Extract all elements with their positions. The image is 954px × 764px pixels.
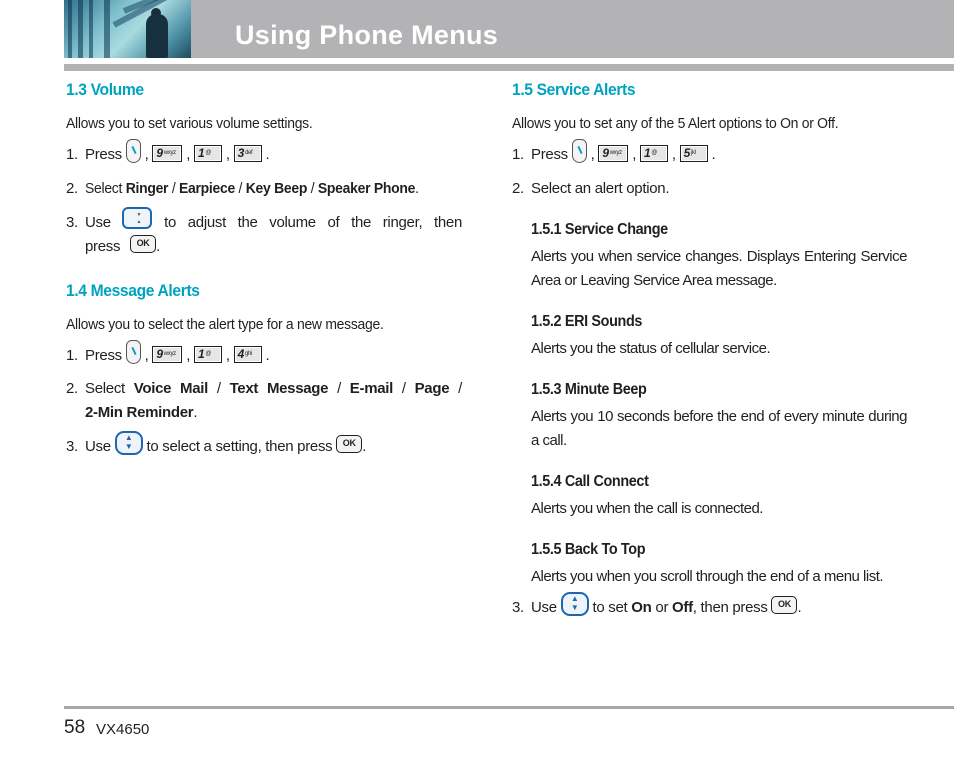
option-email: E-mail — [349, 380, 394, 398]
key-3-icon: 3def — [233, 144, 262, 162]
option-page: Page — [414, 380, 450, 398]
key-1-icon: 1@ — [193, 144, 222, 162]
message-alerts-step-2: 2. Select Voice Mail / Text Message / E-… — [66, 380, 462, 422]
section-heading-volume: 1.3 Volume — [66, 80, 144, 99]
left-column: 1.3 Volume Allows you to set various vol… — [66, 80, 462, 459]
service-alerts-intro: Allows you to set any of the 5 Alert opt… — [512, 115, 839, 132]
ok-key-icon: OK — [336, 435, 363, 454]
key-5-icon: 5jkl — [679, 144, 708, 162]
header-divider — [64, 64, 954, 71]
ok-key-icon: OK — [771, 596, 798, 615]
footer-divider — [64, 706, 954, 709]
message-alerts-step-1: 1. Press , 9wxyz , 1@ , 4ghi . — [66, 340, 462, 368]
right-column: 1.5 Service Alerts Allows you to set any… — [512, 80, 908, 620]
header-photo — [64, 0, 191, 58]
menu-key-icon — [571, 139, 587, 164]
option-on: On — [631, 599, 652, 617]
option-off: Off — [672, 599, 693, 617]
menu-key-icon — [125, 340, 141, 365]
service-alerts-step-2: 2. Select an alert option. — [512, 180, 670, 198]
subsection-text: Alerts you 10 seconds before the end of … — [531, 408, 908, 450]
ok-key-icon: OK — [130, 235, 157, 254]
key-4-icon: 4ghi — [233, 345, 262, 363]
subsection-text: Alerts you when the call is connected. — [531, 500, 763, 518]
page-number: 58 — [64, 717, 86, 738]
subsection-text: Alerts you when you scroll through the e… — [531, 568, 884, 586]
service-alerts-step-1: 1. Press , 9wxyz , 1@ , 5jkl . — [512, 139, 908, 167]
page-title: Using Phone Menus — [235, 20, 499, 50]
volume-step-2: 2. Select Ringer / Earpiece / Key Beep /… — [66, 180, 419, 198]
subsection-heading: 1.5.2 ERI Sounds — [531, 313, 643, 331]
section-heading-message-alerts: 1.4 Message Alerts — [66, 281, 200, 301]
up-down-navigation-key-icon: ▲ ▼ — [114, 431, 143, 456]
section-heading-service-alerts: 1.5 Service Alerts — [512, 80, 636, 99]
header-band — [64, 0, 954, 58]
key-9-icon: 9wxyz — [152, 345, 183, 363]
subsection-heading: 1.5.3 Minute Beep — [531, 381, 647, 399]
model-name: VX4650 — [96, 721, 150, 738]
navigation-key-icon: ▲ ▼ — [122, 207, 153, 230]
subsection-heading: 1.5.5 Back To Top — [531, 541, 646, 559]
message-alerts-intro: Allows you to select the alert type for … — [66, 316, 384, 334]
subsection-heading: 1.5.4 Call Connect — [531, 473, 649, 491]
option-ringer: Ringer — [125, 180, 169, 198]
key-9-icon: 9wxyz — [598, 144, 629, 162]
message-alerts-step-3: 3. Use ▲ ▼ to select a setting, then pres… — [66, 431, 367, 456]
subsection-text: Alerts you when service changes. Display… — [531, 248, 908, 290]
service-alerts-step-3: 3. Use ▲ ▼ to set On or Off, then press O… — [512, 592, 802, 617]
key-1-icon: 1@ — [639, 144, 668, 162]
subsection-text: Alerts you the status of cellular servic… — [531, 340, 771, 358]
option-2-min-reminder: 2-Min Reminder — [85, 404, 194, 422]
menu-key-icon — [125, 139, 141, 164]
key-9-icon: 9wxyz — [152, 144, 183, 162]
option-text-message: Text Message — [229, 380, 329, 398]
option-earpiece: Earpiece — [179, 180, 235, 198]
up-down-navigation-key-icon: ▲ ▼ — [560, 592, 589, 617]
volume-intro: Allows you to set various volume setting… — [66, 115, 313, 132]
option-voice-mail: Voice Mail — [133, 380, 209, 398]
subsection-heading: 1.5.1 Service Change — [531, 221, 668, 239]
key-1-icon: 1@ — [193, 345, 222, 363]
volume-step-3: 3. Use ▲ ▼ to adjust the volume of the ri… — [66, 207, 462, 259]
option-speaker-phone: Speaker Phone — [317, 180, 416, 198]
volume-step-1: 1. Press , 9wxyz , 1@ , 3def . — [66, 139, 462, 167]
option-key-beep: Key Beep — [245, 180, 308, 198]
